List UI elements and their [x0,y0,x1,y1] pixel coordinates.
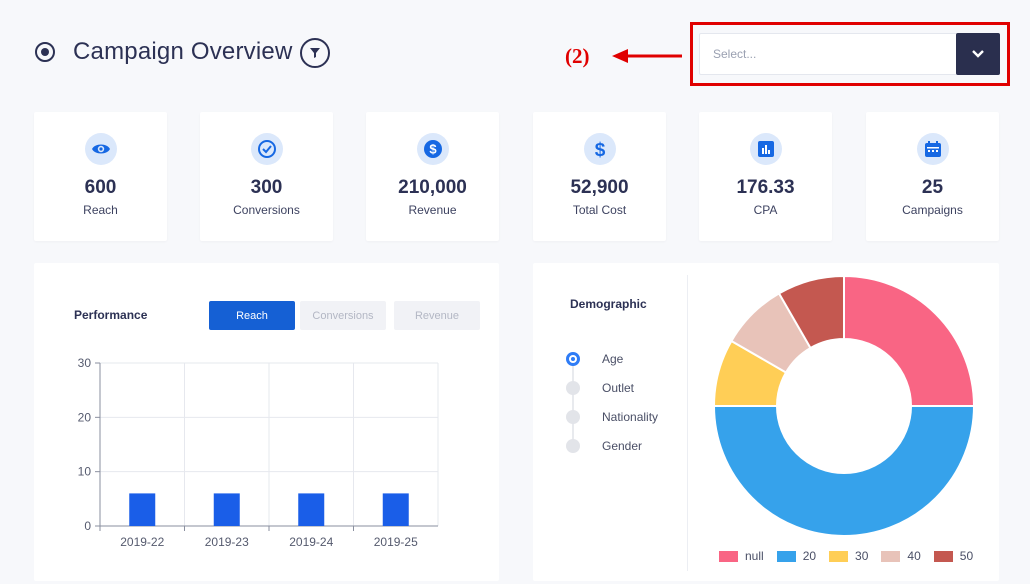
page-title: Campaign Overview [73,38,293,65]
donut-legend: null 20 30 40 50 [719,549,986,563]
target-icon [35,42,55,62]
kpi-card-campaigns: 25 Campaigns [866,112,999,241]
legend-swatch [829,550,849,562]
legend-item[interactable]: 30 [829,549,868,563]
svg-text:$: $ [429,142,437,157]
legend-swatch [881,550,901,562]
donut-slice-null [843,274,976,408]
annotation-arrow-icon [612,49,682,63]
kpi-label: Reach [83,203,118,217]
kpi-label: CPA [753,203,778,217]
kpi-label: Total Cost [572,203,627,217]
kpi-label: Conversions [233,203,300,217]
x-tick-label: 2019-25 [374,535,418,549]
select-placeholder: Select... [713,47,757,61]
filter-icon [310,48,320,58]
y-tick-label: 30 [78,356,92,370]
x-tick-label: 2019-23 [205,535,249,549]
kpi-label: Campaigns [902,203,963,217]
legend-label: 40 [907,549,921,563]
filter-button[interactable] [300,38,330,68]
y-tick-label: 20 [78,410,92,424]
kpi-value: 600 [84,177,117,198]
bar [382,493,409,526]
kpi-card-cpa: 176.33 CPA [699,112,832,241]
legend-label: 50 [959,549,974,563]
donut-slice-20 [712,404,976,537]
performance-panel: Performance Reach Conversions Revenue 01… [34,263,499,581]
annotation-label: (2) [565,44,590,68]
kpi-card-conversions: 300 Conversions [200,112,333,241]
kpi-value: 25 [921,177,944,198]
legend-swatch [776,550,796,562]
legend-item[interactable]: 20 [776,549,817,563]
legend-swatch [933,550,953,562]
svg-text:$: $ [594,140,605,159]
legend-item[interactable]: null [719,549,764,563]
kpi-value: 176.33 [736,177,795,198]
kpi-value: 52,900 [570,177,629,198]
campaign-select[interactable]: Select... [699,33,1000,75]
header: Campaign Overview (2) Select... [0,0,1030,100]
legend-swatch [719,550,738,562]
demographic-donut-chart [712,274,976,537]
kpi-value: 300 [250,177,283,198]
y-tick-label: 10 [78,465,92,479]
kpi-card-total-cost: $ 52,900 Total Cost [533,112,666,241]
calendar-icon [916,133,949,165]
x-tick-label: 2019-24 [289,535,333,549]
kpi-card-reach: 600 Reach [34,112,167,241]
bar-chart-icon [749,133,782,165]
select-toggle-button[interactable] [956,33,1000,75]
check-circle-icon [250,133,283,165]
y-tick-label: 0 [84,519,91,533]
dollar-circle-icon: $ [416,133,449,165]
eye-icon [84,133,117,165]
legend-item[interactable]: 40 [881,549,921,563]
legend-label: 20 [802,549,817,563]
legend-item[interactable]: 50 [933,549,974,563]
bar [129,493,156,526]
kpi-card-revenue: $ 210,000 Revenue [366,112,499,241]
x-tick-label: 2019-22 [120,535,164,549]
performance-bar-chart: 0 10 20 30 2019-22 2019-23 2019-24 2019-25 [78,356,439,549]
bar [298,493,325,526]
chevron-down-icon [972,50,984,58]
kpi-value: 210,000 [398,177,467,198]
legend-label: null [745,549,764,563]
bar [213,493,240,526]
dollar-icon: $ [583,133,616,165]
demographic-panel: Demographic Age Outlet Nationality Gende… [533,263,999,581]
legend-label: 30 [855,549,869,563]
kpi-label: Revenue [408,203,457,217]
